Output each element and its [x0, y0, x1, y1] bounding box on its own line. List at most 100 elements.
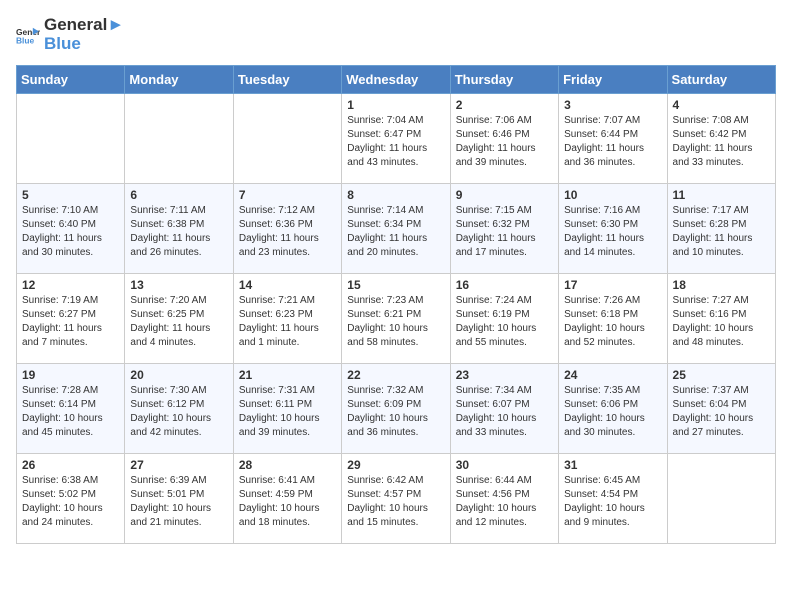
calendar-cell: 18Sunrise: 7:27 AM Sunset: 6:16 PM Dayli…: [667, 274, 775, 364]
day-info: Sunrise: 7:12 AM Sunset: 6:36 PM Dayligh…: [239, 204, 336, 260]
day-number: 31: [564, 458, 661, 472]
day-number: 4: [673, 98, 770, 112]
day-number: 7: [239, 188, 336, 202]
calendar-cell: 11 Sunrise: 7:17 AM Sunset: 6:28 PM Dayli…: [667, 184, 775, 274]
calendar-cell: 29 Sunrise: 6:42 AM Sunset: 4:57 PM Dayli…: [342, 454, 450, 544]
day-number: 11: [673, 188, 770, 202]
calendar-week-4: 19Sunrise: 7:28 AM Sunset: 6:14 PM Dayli…: [17, 364, 776, 454]
calendar-cell: 4 Sunrise: 7:08 AM Sunset: 6:42 PM Daylig…: [667, 94, 775, 184]
day-number: 24: [564, 368, 661, 382]
calendar-cell: 23Sunrise: 7:34 AM Sunset: 6:07 PM Dayli…: [450, 364, 558, 454]
day-number: 3: [564, 98, 661, 112]
weekday-header-sunday: Sunday: [17, 66, 125, 94]
calendar-cell: 28 Sunrise: 6:41 AM Sunset: 4:59 PM Dayli…: [233, 454, 341, 544]
calendar-cell: 30Sunrise: 6:44 AM Sunset: 4:56 PM Dayli…: [450, 454, 558, 544]
calendar-cell: [667, 454, 775, 544]
day-number: 22: [347, 368, 444, 382]
calendar-cell: 5 Sunrise: 7:10 AM Sunset: 6:40 PM Daylig…: [17, 184, 125, 274]
calendar-cell: 2Sunrise: 7:06 AM Sunset: 6:46 PM Daylig…: [450, 94, 558, 184]
day-number: 26: [22, 458, 119, 472]
day-number: 28: [239, 458, 336, 472]
calendar-cell: 20 Sunrise: 7:30 AM Sunset: 6:12 PM Dayli…: [125, 364, 233, 454]
calendar-table: SundayMondayTuesdayWednesdayThursdayFrid…: [16, 65, 776, 544]
weekday-header-saturday: Saturday: [667, 66, 775, 94]
calendar-cell: 17 Sunrise: 7:26 AM Sunset: 6:18 PM Dayli…: [559, 274, 667, 364]
page-header: General Blue General► Blue: [16, 16, 776, 53]
day-info: Sunrise: 6:39 AM Sunset: 5:01 PM Dayligh…: [130, 474, 227, 530]
calendar-cell: 15 Sunrise: 7:23 AM Sunset: 6:21 PM Dayli…: [342, 274, 450, 364]
calendar-header-row: SundayMondayTuesdayWednesdayThursdayFrid…: [17, 66, 776, 94]
day-info: Sunrise: 7:30 AM Sunset: 6:12 PM Dayligh…: [130, 384, 227, 440]
day-info: Sunrise: 7:26 AM Sunset: 6:18 PM Dayligh…: [564, 294, 661, 350]
calendar-cell: 1Sunrise: 7:04 AM Sunset: 6:47 PM Daylig…: [342, 94, 450, 184]
calendar-week-1: 1Sunrise: 7:04 AM Sunset: 6:47 PM Daylig…: [17, 94, 776, 184]
day-info: Sunrise: 7:37 AM Sunset: 6:04 PM Dayligh…: [673, 384, 770, 440]
day-info: Sunrise: 7:24 AM Sunset: 6:19 PM Dayligh…: [456, 294, 553, 350]
svg-text:Blue: Blue: [16, 35, 35, 45]
day-info: Sunrise: 7:16 AM Sunset: 6:30 PM Dayligh…: [564, 204, 661, 260]
calendar-week-5: 26 Sunrise: 6:38 AM Sunset: 5:02 PM Dayli…: [17, 454, 776, 544]
day-number: 8: [347, 188, 444, 202]
calendar-cell: 12Sunrise: 7:19 AM Sunset: 6:27 PM Dayli…: [17, 274, 125, 364]
day-info: Sunrise: 6:38 AM Sunset: 5:02 PM Dayligh…: [22, 474, 119, 530]
weekday-header-thursday: Thursday: [450, 66, 558, 94]
day-info: Sunrise: 7:10 AM Sunset: 6:40 PM Dayligh…: [22, 204, 119, 260]
calendar-cell: 8 Sunrise: 7:14 AM Sunset: 6:34 PM Daylig…: [342, 184, 450, 274]
day-number: 21: [239, 368, 336, 382]
day-number: 15: [347, 278, 444, 292]
day-number: 1: [347, 98, 444, 112]
calendar-week-3: 12Sunrise: 7:19 AM Sunset: 6:27 PM Dayli…: [17, 274, 776, 364]
weekday-header-friday: Friday: [559, 66, 667, 94]
day-info: Sunrise: 7:34 AM Sunset: 6:07 PM Dayligh…: [456, 384, 553, 440]
day-info: Sunrise: 7:14 AM Sunset: 6:34 PM Dayligh…: [347, 204, 444, 260]
day-number: 5: [22, 188, 119, 202]
day-info: Sunrise: 7:06 AM Sunset: 6:46 PM Dayligh…: [456, 114, 553, 170]
calendar-cell: 19Sunrise: 7:28 AM Sunset: 6:14 PM Dayli…: [17, 364, 125, 454]
calendar-cell: 21 Sunrise: 7:31 AM Sunset: 6:11 PM Dayli…: [233, 364, 341, 454]
weekday-header-wednesday: Wednesday: [342, 66, 450, 94]
calendar-cell: 14 Sunrise: 7:21 AM Sunset: 6:23 PM Dayli…: [233, 274, 341, 364]
calendar-cell: 3 Sunrise: 7:07 AM Sunset: 6:44 PM Daylig…: [559, 94, 667, 184]
day-number: 20: [130, 368, 227, 382]
calendar-cell: 10 Sunrise: 7:16 AM Sunset: 6:30 PM Dayli…: [559, 184, 667, 274]
day-number: 14: [239, 278, 336, 292]
day-info: Sunrise: 7:28 AM Sunset: 6:14 PM Dayligh…: [22, 384, 119, 440]
day-info: Sunrise: 6:42 AM Sunset: 4:57 PM Dayligh…: [347, 474, 444, 530]
day-info: Sunrise: 7:07 AM Sunset: 6:44 PM Dayligh…: [564, 114, 661, 170]
day-number: 6: [130, 188, 227, 202]
calendar-cell: 31 Sunrise: 6:45 AM Sunset: 4:54 PM Dayli…: [559, 454, 667, 544]
day-info: Sunrise: 7:20 AM Sunset: 6:25 PM Dayligh…: [130, 294, 227, 350]
day-number: 10: [564, 188, 661, 202]
calendar-cell: 22 Sunrise: 7:32 AM Sunset: 6:09 PM Dayli…: [342, 364, 450, 454]
logo-blue: Blue: [44, 35, 124, 54]
day-info: Sunrise: 6:41 AM Sunset: 4:59 PM Dayligh…: [239, 474, 336, 530]
calendar-cell: 16 Sunrise: 7:24 AM Sunset: 6:19 PM Dayli…: [450, 274, 558, 364]
weekday-header-tuesday: Tuesday: [233, 66, 341, 94]
calendar-cell: 27 Sunrise: 6:39 AM Sunset: 5:01 PM Dayli…: [125, 454, 233, 544]
day-info: Sunrise: 7:21 AM Sunset: 6:23 PM Dayligh…: [239, 294, 336, 350]
logo-icon: General Blue: [16, 23, 40, 47]
day-info: Sunrise: 7:08 AM Sunset: 6:42 PM Dayligh…: [673, 114, 770, 170]
day-number: 17: [564, 278, 661, 292]
calendar-cell: 24 Sunrise: 7:35 AM Sunset: 6:06 PM Dayli…: [559, 364, 667, 454]
calendar-cell: 9Sunrise: 7:15 AM Sunset: 6:32 PM Daylig…: [450, 184, 558, 274]
day-number: 29: [347, 458, 444, 472]
calendar-cell: [233, 94, 341, 184]
day-info: Sunrise: 6:45 AM Sunset: 4:54 PM Dayligh…: [564, 474, 661, 530]
logo-general: General►: [44, 16, 124, 35]
day-info: Sunrise: 7:27 AM Sunset: 6:16 PM Dayligh…: [673, 294, 770, 350]
day-info: Sunrise: 7:31 AM Sunset: 6:11 PM Dayligh…: [239, 384, 336, 440]
day-info: Sunrise: 7:19 AM Sunset: 6:27 PM Dayligh…: [22, 294, 119, 350]
weekday-header-monday: Monday: [125, 66, 233, 94]
calendar-cell: 7 Sunrise: 7:12 AM Sunset: 6:36 PM Daylig…: [233, 184, 341, 274]
day-info: Sunrise: 7:35 AM Sunset: 6:06 PM Dayligh…: [564, 384, 661, 440]
day-number: 27: [130, 458, 227, 472]
day-info: Sunrise: 7:32 AM Sunset: 6:09 PM Dayligh…: [347, 384, 444, 440]
calendar-cell: [17, 94, 125, 184]
day-info: Sunrise: 7:17 AM Sunset: 6:28 PM Dayligh…: [673, 204, 770, 260]
day-number: 16: [456, 278, 553, 292]
day-info: Sunrise: 7:11 AM Sunset: 6:38 PM Dayligh…: [130, 204, 227, 260]
day-number: 13: [130, 278, 227, 292]
day-info: Sunrise: 7:23 AM Sunset: 6:21 PM Dayligh…: [347, 294, 444, 350]
day-number: 25: [673, 368, 770, 382]
